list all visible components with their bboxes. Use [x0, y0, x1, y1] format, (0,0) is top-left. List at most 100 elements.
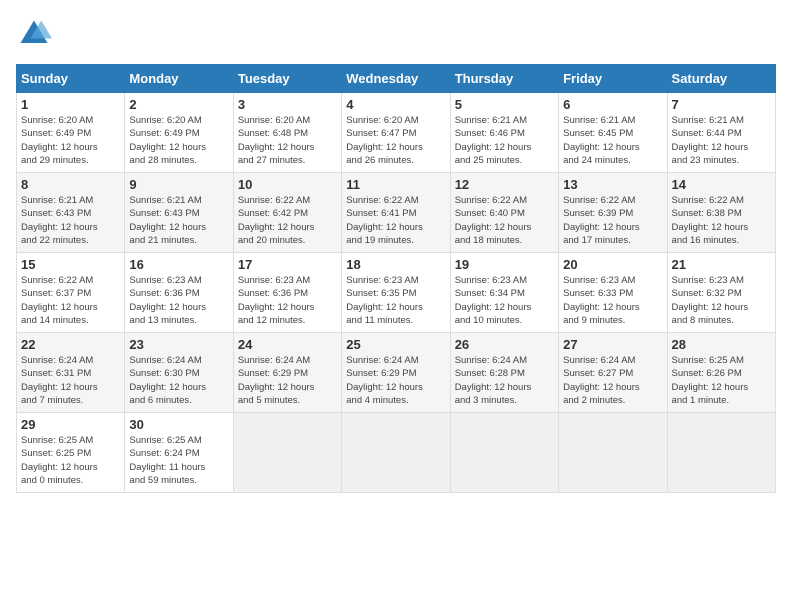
day-number: 28: [672, 337, 771, 352]
day-info: Sunrise: 6:21 AM Sunset: 6:43 PM Dayligh…: [129, 194, 228, 247]
col-header-wednesday: Wednesday: [342, 65, 450, 93]
day-info: Sunrise: 6:24 AM Sunset: 6:29 PM Dayligh…: [238, 354, 337, 407]
day-info: Sunrise: 6:25 AM Sunset: 6:24 PM Dayligh…: [129, 434, 228, 487]
day-cell-17: 17Sunrise: 6:23 AM Sunset: 6:36 PM Dayli…: [233, 253, 341, 333]
logo: [16, 16, 56, 52]
day-info: Sunrise: 6:24 AM Sunset: 6:30 PM Dayligh…: [129, 354, 228, 407]
day-number: 27: [563, 337, 662, 352]
col-header-thursday: Thursday: [450, 65, 558, 93]
day-number: 6: [563, 97, 662, 112]
day-number: 17: [238, 257, 337, 272]
day-number: 8: [21, 177, 120, 192]
day-info: Sunrise: 6:25 AM Sunset: 6:25 PM Dayligh…: [21, 434, 120, 487]
day-cell-14: 14 Sunrise: 6:22 AM Sunset: 6:38 PM Dayli…: [667, 173, 775, 253]
day-number: 18: [346, 257, 445, 272]
day-info: Sunrise: 6:24 AM Sunset: 6:27 PM Dayligh…: [563, 354, 662, 407]
col-header-saturday: Saturday: [667, 65, 775, 93]
day-cell-21: 21 Sunrise: 6:23 AM Sunset: 6:32 PM Dayli…: [667, 253, 775, 333]
day-info: Sunrise: 6:24 AM Sunset: 6:31 PM Dayligh…: [21, 354, 120, 407]
col-header-monday: Monday: [125, 65, 233, 93]
day-number: 9: [129, 177, 228, 192]
day-info: Sunrise: 6:23 AM Sunset: 6:33 PM Dayligh…: [563, 274, 662, 327]
day-info: Sunrise: 6:25 AM Sunset: 6:26 PM Dayligh…: [672, 354, 771, 407]
day-info: Sunrise: 6:22 AM Sunset: 6:40 PM Dayligh…: [455, 194, 554, 247]
week-row-5: 29 Sunrise: 6:25 AM Sunset: 6:25 PM Dayli…: [17, 413, 776, 493]
day-info: Sunrise: 6:21 AM Sunset: 6:43 PM Dayligh…: [21, 194, 120, 247]
day-number: 12: [455, 177, 554, 192]
day-number: 10: [238, 177, 337, 192]
day-cell-23: 23 Sunrise: 6:24 AM Sunset: 6:30 PM Dayli…: [125, 333, 233, 413]
day-info: Sunrise: 6:22 AM Sunset: 6:42 PM Dayligh…: [238, 194, 337, 247]
day-info: Sunrise: 6:20 AM Sunset: 6:49 PM Dayligh…: [21, 114, 120, 167]
day-cell-29: 29 Sunrise: 6:25 AM Sunset: 6:25 PM Dayli…: [17, 413, 125, 493]
day-cell-25: 25 Sunrise: 6:24 AM Sunset: 6:29 PM Dayli…: [342, 333, 450, 413]
day-cell-9: 9 Sunrise: 6:21 AM Sunset: 6:43 PM Daylig…: [125, 173, 233, 253]
day-number: 1: [21, 97, 120, 112]
week-row-3: 15 Sunrise: 6:22 AM Sunset: 6:37 PM Dayli…: [17, 253, 776, 333]
day-number: 4: [346, 97, 445, 112]
day-number: 2: [129, 97, 228, 112]
day-cell-2: 2 Sunrise: 6:20 AM Sunset: 6:49 PM Daylig…: [125, 93, 233, 173]
header: [16, 16, 776, 52]
col-header-sunday: Sunday: [17, 65, 125, 93]
empty-cell: [559, 413, 667, 493]
day-info: Sunrise: 6:22 AM Sunset: 6:41 PM Dayligh…: [346, 194, 445, 247]
day-cell-26: 26 Sunrise: 6:24 AM Sunset: 6:28 PM Dayli…: [450, 333, 558, 413]
day-cell-24: 24 Sunrise: 6:24 AM Sunset: 6:29 PM Dayli…: [233, 333, 341, 413]
day-number: 23: [129, 337, 228, 352]
day-cell-5: 5 Sunrise: 6:21 AM Sunset: 6:46 PM Daylig…: [450, 93, 558, 173]
day-number: 15: [21, 257, 120, 272]
day-number: 22: [21, 337, 120, 352]
day-cell-1: 1 Sunrise: 6:20 AM Sunset: 6:49 PM Daylig…: [17, 93, 125, 173]
col-header-tuesday: Tuesday: [233, 65, 341, 93]
week-row-4: 22 Sunrise: 6:24 AM Sunset: 6:31 PM Dayli…: [17, 333, 776, 413]
day-info: Sunrise: 6:21 AM Sunset: 6:45 PM Dayligh…: [563, 114, 662, 167]
header-row: SundayMondayTuesdayWednesdayThursdayFrid…: [17, 65, 776, 93]
day-info: Sunrise: 6:22 AM Sunset: 6:37 PM Dayligh…: [21, 274, 120, 327]
day-cell-18: 18Sunrise: 6:23 AM Sunset: 6:35 PM Dayli…: [342, 253, 450, 333]
day-number: 14: [672, 177, 771, 192]
calendar-table: SundayMondayTuesdayWednesdayThursdayFrid…: [16, 64, 776, 493]
week-row-1: 1 Sunrise: 6:20 AM Sunset: 6:49 PM Daylig…: [17, 93, 776, 173]
day-number: 25: [346, 337, 445, 352]
day-cell-22: 22 Sunrise: 6:24 AM Sunset: 6:31 PM Dayli…: [17, 333, 125, 413]
day-number: 5: [455, 97, 554, 112]
empty-cell: [450, 413, 558, 493]
day-info: Sunrise: 6:20 AM Sunset: 6:48 PM Dayligh…: [238, 114, 337, 167]
day-cell-7: 7Sunrise: 6:21 AM Sunset: 6:44 PM Daylig…: [667, 93, 775, 173]
day-info: Sunrise: 6:21 AM Sunset: 6:46 PM Dayligh…: [455, 114, 554, 167]
empty-cell: [667, 413, 775, 493]
day-cell-15: 15 Sunrise: 6:22 AM Sunset: 6:37 PM Dayli…: [17, 253, 125, 333]
col-header-friday: Friday: [559, 65, 667, 93]
day-info: Sunrise: 6:23 AM Sunset: 6:32 PM Dayligh…: [672, 274, 771, 327]
day-info: Sunrise: 6:24 AM Sunset: 6:28 PM Dayligh…: [455, 354, 554, 407]
day-number: 3: [238, 97, 337, 112]
day-info: Sunrise: 6:21 AM Sunset: 6:44 PM Dayligh…: [672, 114, 771, 167]
day-number: 24: [238, 337, 337, 352]
day-number: 21: [672, 257, 771, 272]
day-cell-16: 16 Sunrise: 6:23 AM Sunset: 6:36 PM Dayli…: [125, 253, 233, 333]
day-number: 20: [563, 257, 662, 272]
day-info: Sunrise: 6:20 AM Sunset: 6:47 PM Dayligh…: [346, 114, 445, 167]
day-cell-8: 8 Sunrise: 6:21 AM Sunset: 6:43 PM Daylig…: [17, 173, 125, 253]
day-cell-13: 13 Sunrise: 6:22 AM Sunset: 6:39 PM Dayli…: [559, 173, 667, 253]
day-cell-12: 12 Sunrise: 6:22 AM Sunset: 6:40 PM Dayli…: [450, 173, 558, 253]
day-cell-11: 11Sunrise: 6:22 AM Sunset: 6:41 PM Dayli…: [342, 173, 450, 253]
day-info: Sunrise: 6:24 AM Sunset: 6:29 PM Dayligh…: [346, 354, 445, 407]
day-cell-4: 4 Sunrise: 6:20 AM Sunset: 6:47 PM Daylig…: [342, 93, 450, 173]
day-info: Sunrise: 6:23 AM Sunset: 6:34 PM Dayligh…: [455, 274, 554, 327]
day-info: Sunrise: 6:20 AM Sunset: 6:49 PM Dayligh…: [129, 114, 228, 167]
day-cell-27: 27 Sunrise: 6:24 AM Sunset: 6:27 PM Dayli…: [559, 333, 667, 413]
week-row-2: 8 Sunrise: 6:21 AM Sunset: 6:43 PM Daylig…: [17, 173, 776, 253]
day-cell-20: 20 Sunrise: 6:23 AM Sunset: 6:33 PM Dayli…: [559, 253, 667, 333]
day-info: Sunrise: 6:22 AM Sunset: 6:39 PM Dayligh…: [563, 194, 662, 247]
day-number: 19: [455, 257, 554, 272]
day-number: 26: [455, 337, 554, 352]
day-number: 16: [129, 257, 228, 272]
day-number: 30: [129, 417, 228, 432]
logo-icon: [16, 16, 52, 52]
day-info: Sunrise: 6:23 AM Sunset: 6:36 PM Dayligh…: [129, 274, 228, 327]
day-number: 29: [21, 417, 120, 432]
day-info: Sunrise: 6:22 AM Sunset: 6:38 PM Dayligh…: [672, 194, 771, 247]
day-number: 13: [563, 177, 662, 192]
